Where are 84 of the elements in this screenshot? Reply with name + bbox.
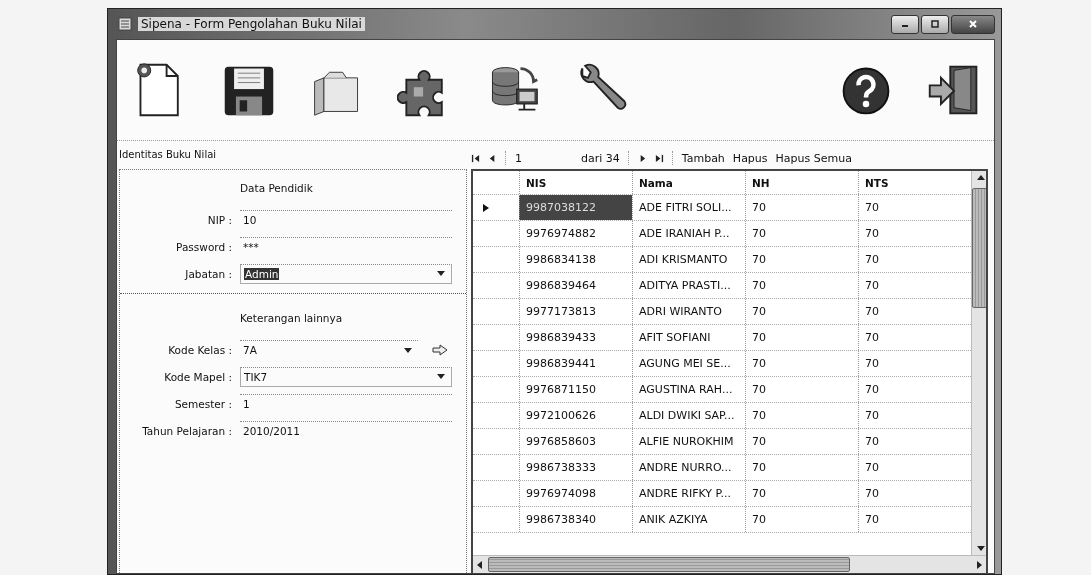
table-cell: 9986738340 (519, 507, 632, 532)
dropdown[interactable]: TIK7 (240, 366, 452, 387)
table-cell: 70 (745, 325, 858, 350)
vertical-scrollbar[interactable] (971, 171, 986, 555)
table-cell: AFIT SOFIANI (632, 325, 745, 350)
table-cell: AGUNG MEI SE... (632, 351, 745, 376)
dropdown-arrow-icon[interactable] (437, 271, 445, 276)
table-cell: 9986738333 (519, 455, 632, 480)
scroll-up-icon[interactable] (976, 175, 985, 180)
section-heading: Data Pendidik (239, 182, 314, 196)
table-cell: 70 (745, 403, 858, 428)
table-cell: 70 (745, 507, 858, 532)
field-label: Semester : (173, 397, 233, 410)
table-cell: ANDRE NURRO... (632, 455, 745, 480)
table-cell: ADE FITRI SOLI... (632, 195, 745, 220)
table-cell: 9976974882 (519, 221, 632, 246)
table-cell: AGUSTINA RAH... (632, 377, 745, 402)
table-cell: 70 (745, 195, 858, 220)
toolbar-button[interactable]: Tambah (681, 151, 725, 165)
section-heading: Keterangan lainnya (239, 312, 344, 326)
table-cell: 9986834138 (519, 247, 632, 272)
table-cell: ADITYA PRASTI... (632, 273, 745, 298)
table-cell: 9987038122 (519, 195, 632, 220)
scroll-right-icon[interactable] (977, 560, 982, 569)
maximize-button[interactable] (921, 14, 949, 34)
table-cell: 70 (745, 221, 858, 246)
last-page-icon[interactable] (654, 153, 664, 163)
dropdown-arrow-icon[interactable] (437, 374, 445, 379)
close-icon (968, 19, 978, 29)
close-button[interactable] (951, 14, 995, 34)
table-cell: ANIK AZKIYA (632, 507, 745, 532)
panel-title: Identitas Buku Nilai (119, 149, 218, 162)
table-cell: ALDI DWIKI SAP... (632, 403, 745, 428)
window-title: Sipena - Form Pengolahan Buku Nilai (138, 17, 365, 31)
app-icon (118, 17, 132, 31)
page-count: dari 34 (581, 151, 620, 165)
table-cell: ANDRE RIFKY P... (632, 481, 745, 506)
table-cell: 9976858603 (519, 429, 632, 454)
toolbar-button[interactable]: Hapus (732, 151, 768, 165)
column-header[interactable]: NIS (519, 171, 632, 194)
table-cell: 70 (745, 455, 858, 480)
table-cell: 70 (745, 429, 858, 454)
table-cell: ADE IRANIAH P... (632, 221, 745, 246)
maximize-icon (930, 19, 940, 29)
table-cell: 70 (745, 247, 858, 272)
minimize-button[interactable] (891, 14, 919, 34)
input-field[interactable]: 10 (240, 209, 452, 230)
table-cell: 9976871150 (519, 377, 632, 402)
previous-page-icon[interactable] (488, 153, 497, 163)
table-cell: ADI KRISMANTO (632, 247, 745, 272)
page-number-field[interactable]: 1 (515, 151, 573, 165)
table-cell: 70 (745, 273, 858, 298)
scroll-left-icon[interactable] (477, 560, 482, 569)
column-header[interactable]: NH (745, 171, 858, 194)
input-field[interactable]: *** (240, 236, 452, 257)
table-cell: 9986839441 (519, 351, 632, 376)
dropdown[interactable]: 7A (240, 339, 418, 360)
field-label: Kode Mapel : (163, 370, 233, 383)
table-cell: 70 (745, 377, 858, 402)
first-page-icon[interactable] (471, 153, 480, 163)
scroll-down-icon[interactable] (976, 546, 985, 551)
table-cell: 70 (745, 299, 858, 324)
table-cell: 9986839433 (519, 325, 632, 350)
toolbar-button[interactable]: Hapus Semua (775, 151, 852, 165)
table-cell: 70 (745, 481, 858, 506)
table-cell: ALFIE NUROKHIM (632, 429, 745, 454)
table-cell: 9977173813 (519, 299, 632, 324)
table-cell: 9976974098 (519, 481, 632, 506)
table-cell: 70 (745, 351, 858, 376)
table-cell: ADRI WIRANTO (632, 299, 745, 324)
field-label: Kode Kelas : (167, 343, 233, 356)
table-cell: 9972100626 (519, 403, 632, 428)
dropdown-arrow-icon[interactable] (404, 347, 412, 353)
field-label: NIP : (206, 213, 233, 226)
input-field[interactable]: 1 (240, 393, 452, 414)
arrow-icon[interactable] (432, 343, 448, 356)
input-field[interactable]: 2010/2011 (240, 420, 452, 441)
horizontal-scrollbar[interactable] (473, 555, 986, 573)
dropdown[interactable]: Admin (240, 263, 452, 284)
table-cell: 9986839464 (519, 273, 632, 298)
column-header[interactable]: Nama (632, 171, 745, 194)
field-label: Password : (175, 240, 233, 253)
field-label: Jabatan : (183, 267, 233, 280)
field-label: Tahun Pelajaran : (141, 424, 233, 437)
